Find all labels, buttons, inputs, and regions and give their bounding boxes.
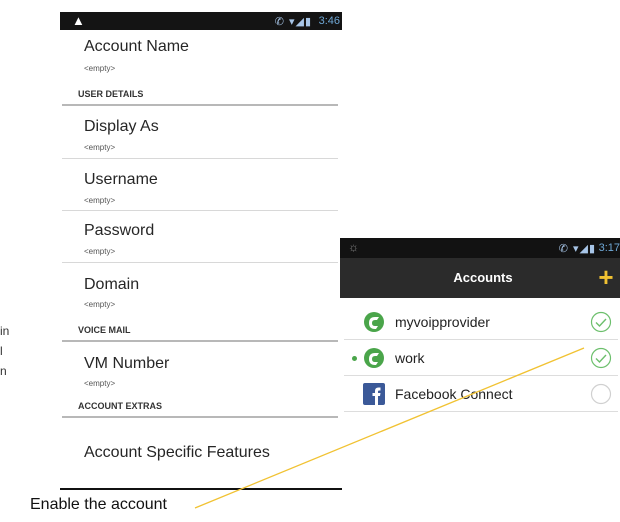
caption-text: Enable the account: [30, 496, 167, 513]
callout-line: [194, 347, 585, 509]
